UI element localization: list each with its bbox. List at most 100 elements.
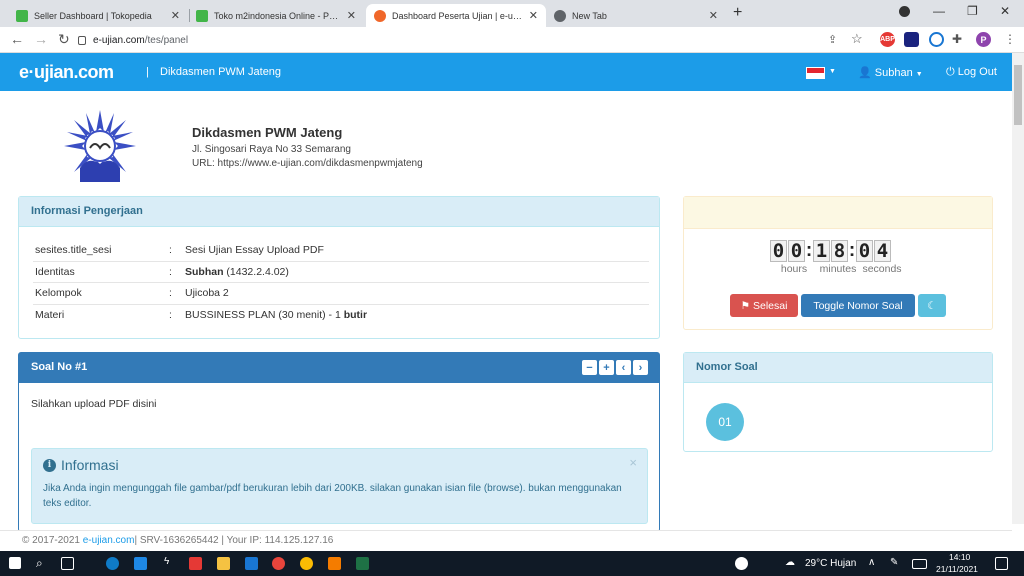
forward-arrow-icon[interactable]: → bbox=[34, 31, 48, 47]
mail-icon[interactable] bbox=[245, 557, 258, 570]
timer-panel-header bbox=[684, 197, 992, 229]
timer-panel: 00 : 18 : 04 hours minutes seconds ⚑ Sele… bbox=[683, 196, 993, 330]
alert-close-button[interactable]: × bbox=[629, 455, 637, 470]
reload-icon[interactable]: ↻ bbox=[58, 31, 70, 48]
weather-text[interactable]: 29°C Hujan bbox=[805, 558, 856, 569]
browser-tab-2[interactable]: Toko m2indonesia Online - Produ ✕ bbox=[188, 4, 364, 27]
clock-time[interactable]: 14:10 bbox=[949, 552, 970, 562]
page-scrollbar[interactable] bbox=[1012, 53, 1024, 524]
vpn-shield-icon[interactable] bbox=[929, 32, 944, 47]
flag-icon: ⚑ bbox=[740, 299, 750, 312]
tab-search-icon[interactable] bbox=[899, 6, 910, 17]
winamp-icon[interactable]: ϟ bbox=[164, 556, 169, 567]
user-icon: 👤 bbox=[858, 67, 872, 79]
prev-question-button[interactable]: ‹ bbox=[616, 360, 631, 375]
header-org-name: Dikdasmen PWM Jateng bbox=[160, 66, 282, 78]
indonesia-flag-icon[interactable] bbox=[806, 67, 825, 79]
soal-title: Soal No #1 bbox=[31, 361, 88, 373]
browser-toolbar: ← → ↻ e-ujian.com/tes/panel ⇪ ☆ ABP ✚ P … bbox=[0, 27, 1024, 53]
info-value: Sesi Ujian Essay Upload PDF bbox=[185, 243, 324, 256]
chrome-taskbar-icon[interactable] bbox=[272, 557, 285, 570]
e-ujian-logo[interactable]: e·ujian.com bbox=[19, 62, 114, 83]
app-taskbar-icon[interactable] bbox=[328, 557, 341, 570]
next-question-button[interactable]: › bbox=[633, 360, 648, 375]
info-row: sesites.title_sesi : Sesi Ujian Essay Up… bbox=[33, 239, 649, 261]
app-header: e·ujian.com | Dikdasmen PWM Jateng ▼ 👤 S… bbox=[0, 53, 1012, 91]
dark-mode-button[interactable]: ☾ bbox=[918, 294, 946, 317]
info-key: sesites.title_sesi bbox=[35, 243, 112, 256]
task-view-icon[interactable] bbox=[61, 557, 74, 570]
search-icon[interactable]: ⌕ bbox=[36, 556, 43, 571]
tab-title: Toko m2indonesia Online - Produ bbox=[214, 10, 341, 21]
chrome-profile-taskbar-icon[interactable] bbox=[300, 557, 313, 570]
power-icon: ⏻ bbox=[946, 66, 955, 78]
footer-link[interactable]: e-ujian.com bbox=[83, 535, 135, 546]
extensions-puzzle-icon[interactable]: ✚ bbox=[952, 32, 962, 46]
address-bar[interactable]: e-ujian.com/tes/panel bbox=[78, 30, 868, 50]
expand-panel-button[interactable]: + bbox=[599, 360, 614, 375]
selesai-button[interactable]: ⚑ Selesai bbox=[730, 294, 798, 317]
question-number-button[interactable]: 01 bbox=[706, 403, 744, 441]
minimize-button[interactable]: — bbox=[933, 4, 945, 18]
footer-copyright: © 2017-2021 bbox=[22, 535, 80, 546]
restore-button[interactable]: ❐ bbox=[967, 4, 978, 18]
user-menu[interactable]: 👤 Subhan ▼ bbox=[858, 66, 923, 79]
cloud-rain-icon: ☁ bbox=[785, 557, 795, 568]
profile-avatar[interactable]: P bbox=[976, 32, 991, 47]
chevron-up-icon[interactable]: ∧ bbox=[868, 557, 875, 568]
close-tab-icon[interactable]: ✕ bbox=[529, 9, 538, 22]
toggle-nomor-soal-button[interactable]: Toggle Nomor Soal bbox=[801, 294, 915, 317]
close-tab-icon[interactable]: ✕ bbox=[347, 9, 356, 22]
info-panel-title: Informasi Pengerjaan bbox=[19, 197, 659, 227]
header-separator: | bbox=[146, 66, 149, 78]
e-ujian-icon bbox=[374, 9, 386, 22]
app-grid-icon[interactable] bbox=[189, 557, 202, 570]
shield-extension-icon[interactable] bbox=[904, 32, 919, 47]
soal-panel: Soal No #1 − + ‹ › Silahkan upload PDF d… bbox=[18, 352, 660, 532]
share-icon[interactable]: ⇪ bbox=[828, 33, 837, 46]
clock-date[interactable]: 21/11/2021 bbox=[936, 564, 978, 574]
scrollbar-thumb[interactable] bbox=[1014, 65, 1022, 125]
bookmark-star-icon[interactable]: ☆ bbox=[851, 31, 863, 47]
countdown-digit: 8 bbox=[831, 240, 848, 262]
nomor-soal-title: Nomor Soal bbox=[684, 353, 992, 383]
browser-menu-icon[interactable]: ⋮ bbox=[1004, 32, 1016, 46]
tab-title: Dashboard Peserta Ujian | e-ujian bbox=[392, 10, 523, 21]
help-icon[interactable] bbox=[735, 557, 748, 570]
dropbox-icon[interactable] bbox=[134, 557, 147, 570]
back-arrow-icon[interactable]: ← bbox=[10, 31, 24, 47]
edge-icon[interactable] bbox=[106, 557, 119, 570]
browser-tab-1[interactable]: Seller Dashboard | Tokopedia ✕ bbox=[8, 4, 188, 27]
browser-tab-4[interactable]: New Tab ✕ bbox=[546, 4, 726, 27]
new-tab-button[interactable]: + bbox=[733, 4, 742, 22]
adblock-icon[interactable]: ABP bbox=[880, 32, 895, 47]
windows-taskbar: ⌕ ϟ ☁ 29°C Hujan ∧ ✎ 14:10 21/11/2021 bbox=[0, 551, 1024, 576]
info-table: sesites.title_sesi : Sesi Ujian Essay Up… bbox=[33, 239, 649, 325]
user-name: Subhan bbox=[874, 67, 913, 79]
nomor-soal-panel: Nomor Soal 01 bbox=[683, 352, 993, 452]
moon-icon: ☾ bbox=[927, 299, 937, 312]
close-tab-icon[interactable]: ✕ bbox=[709, 9, 718, 22]
close-window-button[interactable]: ✕ bbox=[1000, 4, 1010, 18]
info-value: BUSSINESS PLAN (30 menit) - 1 butir bbox=[185, 308, 368, 321]
hours-label: hours bbox=[780, 263, 808, 275]
minimize-panel-button[interactable]: − bbox=[582, 360, 597, 375]
info-sep: : bbox=[169, 265, 172, 278]
info-row: Kelompok : Ujicoba 2 bbox=[33, 282, 649, 304]
logout-label: Log Out bbox=[957, 66, 997, 78]
tokopedia-icon bbox=[16, 9, 28, 22]
countdown-digit: 4 bbox=[874, 240, 891, 262]
browser-tab-active[interactable]: Dashboard Peserta Ujian | e-ujian ✕ bbox=[366, 4, 546, 27]
windows-start-icon[interactable] bbox=[9, 557, 21, 569]
pen-icon[interactable]: ✎ bbox=[890, 557, 898, 568]
chevron-down-icon[interactable]: ▼ bbox=[829, 68, 836, 75]
keyboard-icon[interactable] bbox=[912, 559, 927, 569]
tokopedia-icon bbox=[196, 9, 208, 22]
file-explorer-icon[interactable] bbox=[217, 557, 230, 570]
seconds-digits: 04 bbox=[856, 240, 891, 262]
close-tab-icon[interactable]: ✕ bbox=[171, 9, 180, 22]
notification-icon[interactable] bbox=[995, 557, 1008, 570]
excel-icon[interactable] bbox=[356, 557, 369, 570]
logout-button[interactable]: ⏻ Log Out bbox=[946, 66, 997, 79]
info-value: Subhan (1432.2.4.02) bbox=[185, 265, 289, 278]
